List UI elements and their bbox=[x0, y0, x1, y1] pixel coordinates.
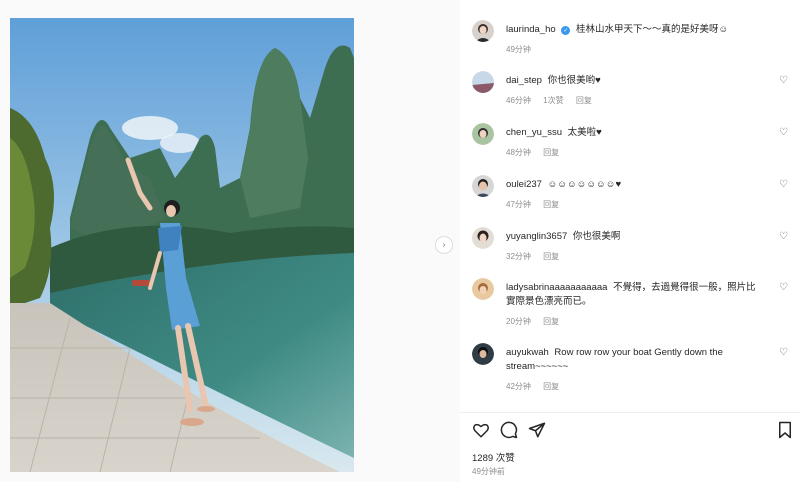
comment-time: 32分钟 bbox=[506, 252, 531, 261]
comment-username[interactable]: dai_step bbox=[506, 75, 542, 86]
next-photo-button[interactable]: › bbox=[435, 236, 453, 254]
reply-button[interactable]: 回复 bbox=[543, 148, 559, 157]
heart-icon[interactable]: ♡ bbox=[779, 347, 788, 358]
comments-panel: laurinda_ho ✓ 桂林山水甲天下～～真的是好美呀☺ 49分钟 dai_… bbox=[460, 0, 800, 482]
comment-time: 20分钟 bbox=[506, 317, 531, 326]
reply-button[interactable]: 回复 bbox=[543, 317, 559, 326]
comment-time: 48分钟 bbox=[506, 148, 531, 157]
comment-time: 47分钟 bbox=[506, 200, 531, 209]
comment-username[interactable]: oulei237 bbox=[506, 179, 542, 190]
avatar[interactable] bbox=[472, 71, 494, 93]
heart-icon[interactable]: ♡ bbox=[779, 75, 788, 86]
reply-button[interactable]: 回复 bbox=[576, 96, 592, 105]
avatar[interactable] bbox=[472, 227, 494, 249]
heart-icon[interactable]: ♡ bbox=[779, 127, 788, 138]
landscape-photo bbox=[10, 18, 354, 472]
caption-time: 49分钟 bbox=[506, 45, 531, 54]
comment-username[interactable]: ladysabrinaaaaaaaaaaa bbox=[506, 282, 607, 293]
author-username[interactable]: laurinda_ho bbox=[506, 24, 556, 35]
comment-text: 太美啦♥ bbox=[567, 127, 602, 138]
photo-panel bbox=[0, 0, 460, 482]
post-timestamp: 49分钟前 bbox=[472, 467, 505, 476]
comment-username[interactable]: chen_yu_ssu bbox=[506, 127, 562, 138]
comment-username[interactable]: auyukwah bbox=[506, 347, 549, 358]
comment-time: 42分钟 bbox=[506, 382, 531, 391]
chevron-right-icon: › bbox=[442, 239, 446, 251]
avatar[interactable] bbox=[472, 123, 494, 145]
comment-username[interactable]: yuyanglin3657 bbox=[506, 231, 567, 242]
heart-icon[interactable]: ♡ bbox=[779, 179, 788, 190]
avatar[interactable] bbox=[472, 278, 494, 300]
verified-badge-icon: ✓ bbox=[561, 26, 571, 35]
caption-text: 桂林山水甲天下～～真的是好美呀☺ bbox=[575, 24, 729, 35]
bookmark-icon[interactable] bbox=[776, 421, 794, 439]
reply-button[interactable]: 回复 bbox=[543, 252, 559, 261]
heart-icon[interactable] bbox=[472, 421, 490, 439]
comment-text: ☺☺☺☺☺☺☺♥ bbox=[547, 179, 622, 190]
post-photo[interactable] bbox=[10, 18, 354, 472]
comment-text: 你也很美啊 bbox=[572, 231, 621, 242]
comment-time: 46分钟 bbox=[506, 96, 531, 105]
heart-icon[interactable]: ♡ bbox=[779, 282, 788, 293]
comment-likes[interactable]: 1次赞 bbox=[543, 96, 563, 105]
reply-button[interactable]: 回复 bbox=[543, 200, 559, 209]
avatar[interactable] bbox=[472, 343, 494, 365]
share-icon[interactable] bbox=[528, 421, 546, 439]
action-bar bbox=[472, 421, 794, 441]
heart-icon[interactable]: ♡ bbox=[779, 231, 788, 242]
comment-text: 你也很美哟♥ bbox=[547, 75, 601, 86]
reply-button[interactable]: 回复 bbox=[543, 382, 559, 391]
divider bbox=[460, 412, 800, 413]
likes-count[interactable]: 1289 次赞 bbox=[472, 450, 515, 464]
avatar[interactable] bbox=[472, 175, 494, 197]
avatar[interactable] bbox=[472, 20, 494, 42]
comment-icon[interactable] bbox=[500, 421, 518, 439]
